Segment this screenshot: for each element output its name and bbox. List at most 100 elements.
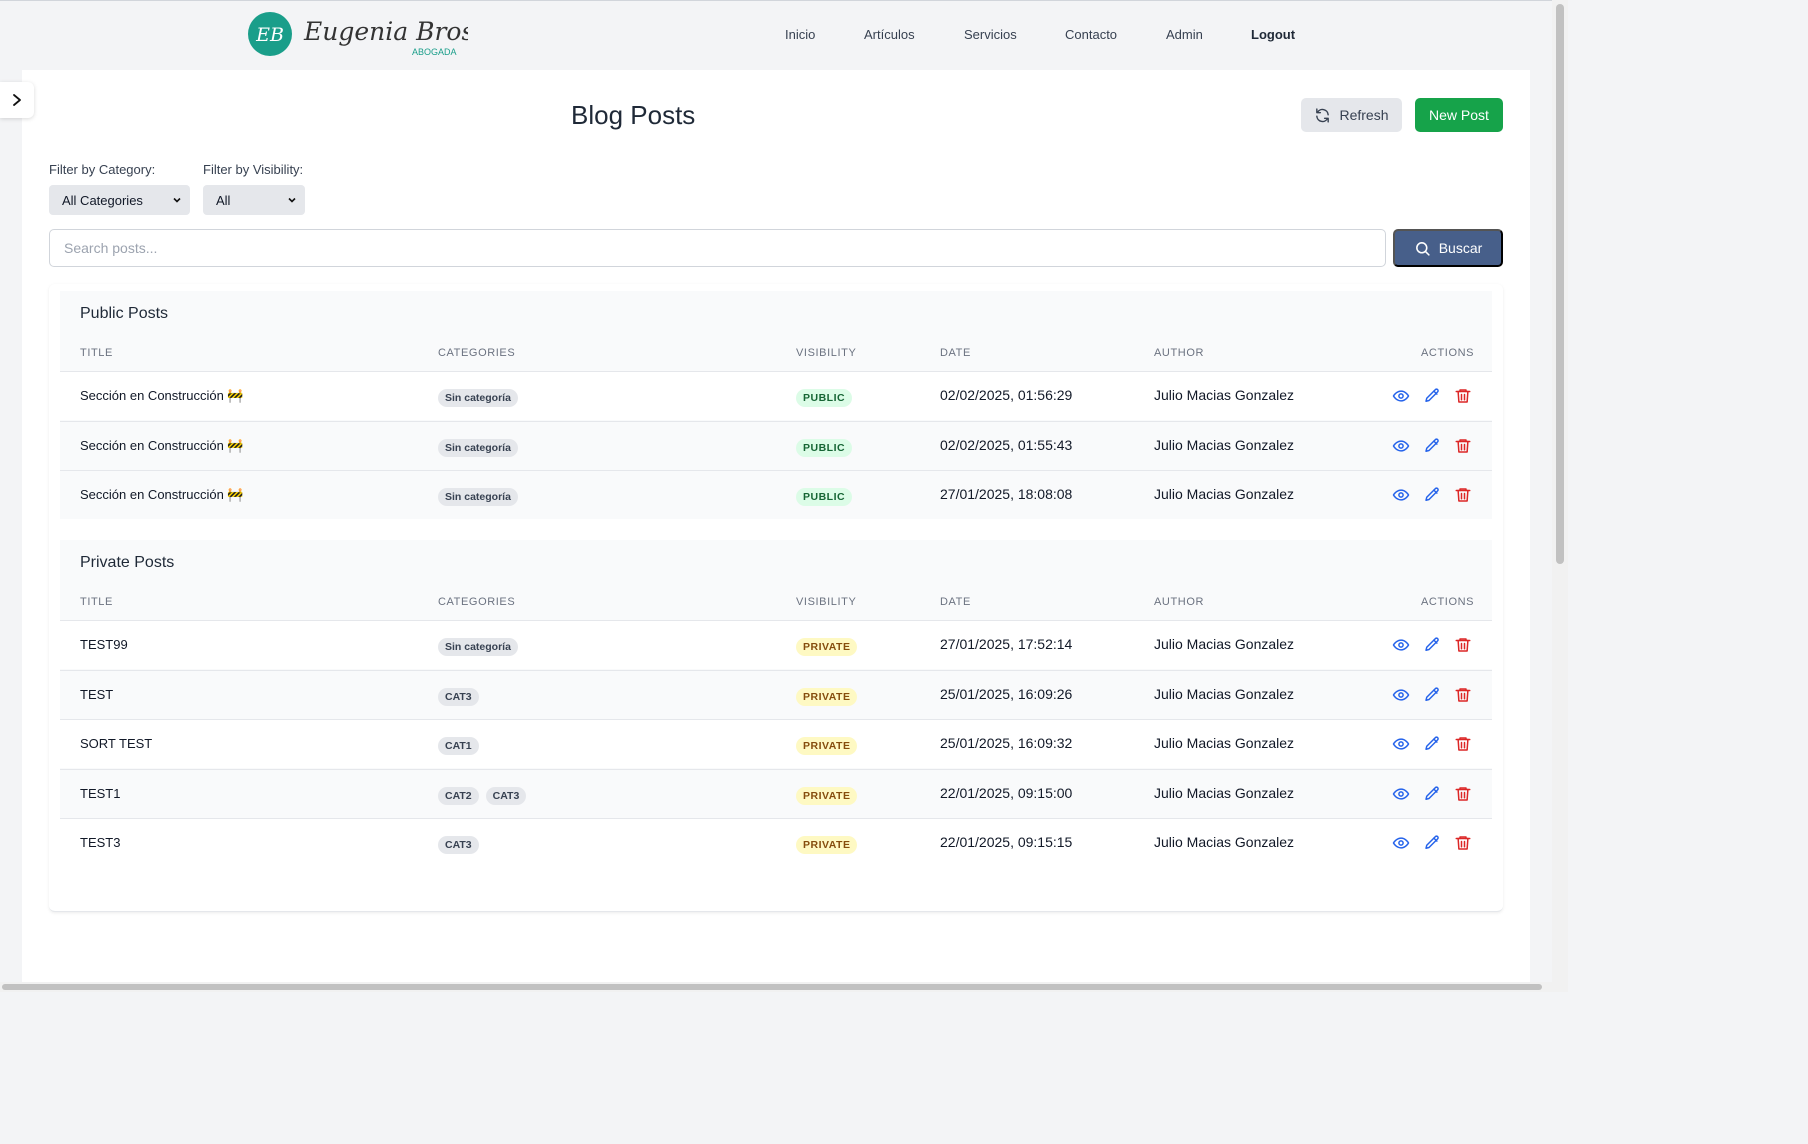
post-title[interactable]: TEST3 (80, 835, 120, 850)
trash-icon (1455, 737, 1471, 751)
post-title[interactable]: TEST (80, 687, 113, 702)
scrollbar-thumb[interactable] (1556, 4, 1564, 564)
post-title[interactable]: Sección en Construcción 🚧 (80, 487, 244, 503)
view-post-button[interactable] (1392, 486, 1410, 504)
trash-icon (1455, 786, 1471, 801)
edit-post-button[interactable] (1423, 636, 1441, 654)
table-row: Sección en Construcción 🚧 Sin categoría PU… (60, 371, 1492, 420)
refresh-button[interactable]: Refresh (1301, 98, 1402, 132)
column-header-date: DATE (940, 347, 971, 359)
row-actions (1392, 785, 1472, 803)
view-post-button[interactable] (1392, 437, 1410, 455)
category-chips: CAT3 (438, 836, 479, 854)
post-title[interactable]: SORT TEST (80, 736, 152, 751)
nav-admin[interactable]: Admin (1166, 27, 1203, 42)
table-row: Sección en Construcción 🚧 Sin categoría PU… (60, 420, 1492, 470)
visibility-badge: PRIVATE (796, 687, 858, 706)
search-button[interactable]: Buscar (1393, 229, 1503, 267)
category-filter-select[interactable]: All Categories (49, 185, 190, 215)
visibility-filter-label: Filter by Visibility: (203, 162, 304, 177)
post-author: Julio Macias Gonzalez (1154, 387, 1295, 403)
trash-icon (1455, 638, 1471, 652)
delete-post-button[interactable] (1454, 735, 1472, 753)
view-post-button[interactable] (1392, 834, 1410, 852)
view-post-button[interactable] (1392, 387, 1410, 405)
trash-icon (1455, 389, 1471, 403)
edit-post-button[interactable] (1423, 834, 1441, 852)
post-title[interactable]: Sección en Construcción 🚧 (80, 388, 244, 404)
refresh-label: Refresh (1339, 107, 1389, 123)
eye-icon (1392, 837, 1410, 849)
private-posts-section: Private Posts TITLE CATEGORIES VISIBILIT… (60, 540, 1492, 867)
post-date: 25/01/2025, 16:09:32 (940, 735, 1073, 751)
eye-icon (1392, 787, 1410, 800)
visibility-filter-select[interactable]: All (203, 185, 305, 215)
view-post-button[interactable] (1392, 785, 1410, 803)
column-header-visibility: VISIBILITY (796, 347, 857, 359)
search-input[interactable]: Search posts... (49, 229, 1386, 267)
category-chips: CAT1 (438, 737, 479, 755)
delete-post-button[interactable] (1454, 686, 1472, 704)
pencil-icon (1425, 785, 1439, 800)
vertical-scrollbar[interactable] (1552, 0, 1568, 992)
column-header-author: AUTHOR (1154, 596, 1205, 608)
column-header-title: TITLE (80, 347, 113, 359)
trash-icon (1455, 687, 1471, 702)
posts-card: Public Posts TITLE CATEGORIES VISIBILITY… (49, 284, 1503, 912)
category-filter-label: Filter by Category: (49, 162, 156, 177)
column-header-actions: ACTIONS (1421, 347, 1475, 359)
pencil-icon (1425, 736, 1439, 750)
nav-articulos[interactable]: Artículos (864, 27, 915, 42)
post-author: Julio Macias Gonzalez (1154, 834, 1295, 850)
section-title: Private Posts (80, 554, 175, 571)
new-post-button[interactable]: New Post (1415, 98, 1503, 132)
visibility-badge: PUBLIC (796, 488, 853, 506)
sidebar-toggle-button[interactable] (0, 82, 34, 118)
delete-post-button[interactable] (1454, 437, 1472, 455)
post-author: Julio Macias Gonzalez (1154, 636, 1295, 652)
visibility-badge: PUBLIC (796, 438, 853, 457)
nav-logout[interactable]: Logout (1251, 27, 1295, 42)
column-header-author: AUTHOR (1154, 347, 1205, 359)
nav-inicio[interactable]: Inicio (785, 27, 815, 42)
category-chip: Sin categoría (438, 389, 518, 407)
view-post-button[interactable] (1392, 686, 1410, 704)
chevron-down-icon (288, 197, 296, 203)
visibility-badge: PRIVATE (796, 786, 858, 805)
eye-icon (1392, 439, 1410, 452)
nav-contacto[interactable]: Contacto (1065, 27, 1117, 42)
trash-icon (1455, 836, 1471, 850)
edit-post-button[interactable] (1423, 785, 1441, 803)
post-title[interactable]: TEST1 (80, 786, 120, 801)
pencil-icon (1425, 487, 1439, 501)
svg-text:ABOGADA: ABOGADA (412, 47, 457, 57)
horizontal-scrollbar[interactable] (0, 982, 1552, 992)
top-navbar: EB Eugenia Bros ABOGADA Inicio Artículos… (0, 0, 1552, 70)
view-post-button[interactable] (1392, 735, 1410, 753)
edit-post-button[interactable] (1423, 387, 1441, 405)
nav-servicios[interactable]: Servicios (964, 27, 1017, 42)
post-title[interactable]: TEST99 (80, 637, 128, 652)
edit-post-button[interactable] (1423, 486, 1441, 504)
visibility-badge: PRIVATE (796, 836, 858, 854)
eye-icon (1392, 639, 1410, 651)
eye-icon (1392, 688, 1410, 701)
category-chip: CAT3 (438, 836, 479, 854)
view-post-button[interactable] (1392, 636, 1410, 654)
edit-post-button[interactable] (1423, 437, 1441, 455)
delete-post-button[interactable] (1454, 486, 1472, 504)
post-date: 27/01/2025, 17:52:14 (940, 636, 1073, 652)
scrollbar-thumb[interactable] (2, 984, 1542, 990)
delete-post-button[interactable] (1454, 387, 1472, 405)
category-chips: Sin categoría (438, 438, 518, 457)
edit-post-button[interactable] (1423, 686, 1441, 704)
category-chip: Sin categoría (438, 638, 518, 656)
edit-post-button[interactable] (1423, 735, 1441, 753)
category-chip: CAT3 (485, 786, 527, 805)
delete-post-button[interactable] (1454, 834, 1472, 852)
category-chips: Sin categoría (438, 488, 518, 506)
delete-post-button[interactable] (1454, 785, 1472, 803)
post-title[interactable]: Sección en Construcción 🚧 (80, 438, 244, 454)
delete-post-button[interactable] (1454, 636, 1472, 654)
visibility-badge: PRIVATE (796, 638, 858, 656)
